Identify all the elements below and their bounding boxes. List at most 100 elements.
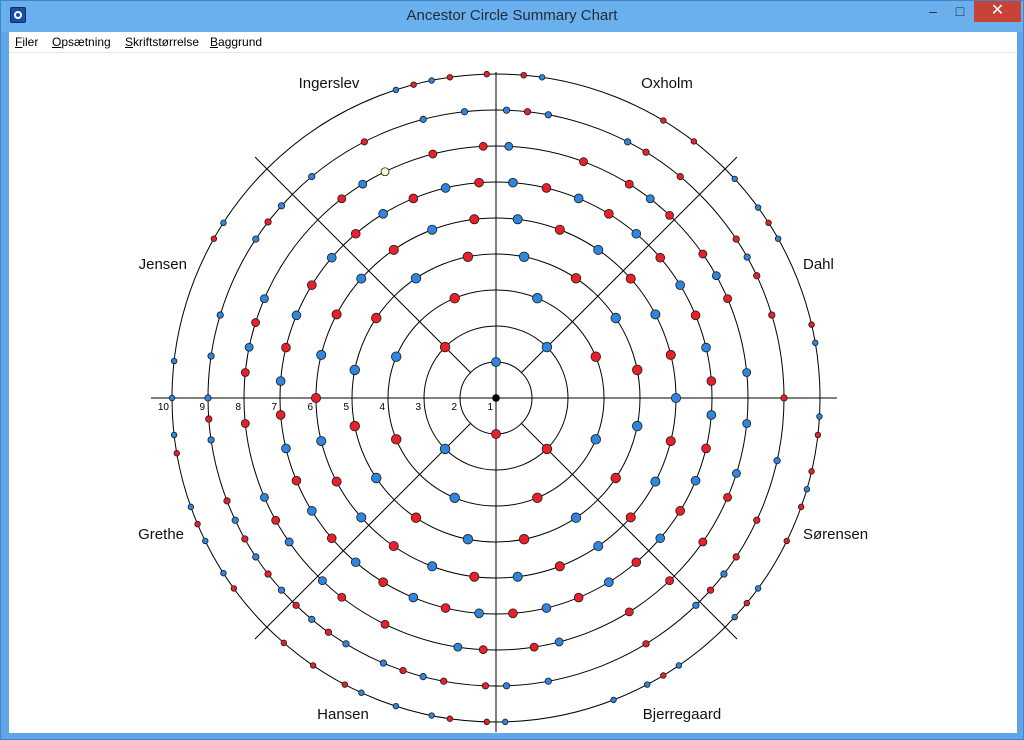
ancestor-marker-gen7[interactable]	[604, 209, 614, 219]
ancestor-marker-gen8[interactable]	[251, 318, 260, 327]
ancestor-marker-gen6[interactable]	[665, 349, 676, 360]
ancestor-marker-gen7[interactable]	[350, 228, 361, 239]
ancestor-marker-gen8[interactable]	[244, 342, 254, 352]
ancestor-marker-gen10[interactable]	[520, 71, 527, 79]
ancestor-marker-gen9[interactable]	[205, 415, 213, 423]
ancestor-marker-gen10[interactable]	[690, 138, 698, 145]
ancestor-marker-gen9[interactable]	[676, 173, 684, 181]
ancestor-marker-gen5[interactable]	[349, 364, 360, 376]
close-button[interactable]: ✕	[974, 1, 1021, 22]
ancestor-marker-gen10[interactable]	[783, 537, 790, 545]
ancestor-marker-gen8[interactable]	[380, 619, 390, 629]
ancestor-marker-gen7[interactable]	[675, 280, 685, 290]
ancestor-marker-gen4[interactable]	[590, 351, 601, 362]
ancestor-marker-gen10[interactable]	[170, 431, 178, 439]
ancestor-marker-gen8[interactable]	[698, 537, 708, 547]
ancestor-marker-gen10[interactable]	[428, 712, 435, 719]
ancestor-marker-gen8[interactable]	[711, 271, 721, 281]
ancestor-marker-gen5[interactable]	[410, 512, 422, 523]
ancestor-marker-gen4[interactable]	[391, 351, 402, 362]
ancestor-marker-gen7[interactable]	[408, 193, 419, 204]
ancestor-marker-gen7[interactable]	[378, 209, 388, 219]
ancestor-marker-gen4[interactable]	[449, 492, 460, 503]
ancestor-marker-gen9[interactable]	[692, 601, 700, 609]
ancestor-marker-gen7[interactable]	[604, 577, 614, 587]
ancestor-marker-gen9[interactable]	[502, 682, 511, 690]
ancestor-marker-gen5[interactable]	[632, 420, 643, 432]
ancestor-marker-gen6[interactable]	[650, 309, 661, 320]
ancestor-marker-gen10[interactable]	[194, 520, 201, 528]
ancestor-marker-gen10[interactable]	[610, 696, 617, 704]
ancestor-marker-gen6[interactable]	[310, 392, 321, 403]
ancestor-marker-gen8[interactable]	[337, 194, 347, 204]
ancestor-marker-gen9[interactable]	[207, 352, 215, 360]
ancestor-marker-gen7[interactable]	[474, 177, 484, 188]
ancestor-marker-gen10[interactable]	[168, 394, 176, 402]
ancestor-marker-gen7[interactable]	[326, 252, 337, 263]
ancestor-marker-gen9[interactable]	[207, 436, 215, 444]
ancestor-marker-gen8[interactable]	[504, 141, 514, 151]
ancestor-marker-gen9[interactable]	[379, 659, 387, 667]
ancestor-marker-gen5[interactable]	[610, 472, 621, 484]
ancestor-marker-gen8[interactable]	[478, 645, 488, 655]
ancestor-marker-gen6[interactable]	[331, 309, 342, 320]
ancestor-marker-gen9[interactable]	[732, 235, 740, 243]
ancestor-marker-gen10[interactable]	[731, 175, 738, 183]
ancestor-marker-gen10[interactable]	[220, 569, 227, 577]
maximize-button[interactable]: □	[947, 1, 973, 22]
ancestor-marker-gen4[interactable]	[391, 434, 402, 445]
ancestor-marker-gen5[interactable]	[462, 534, 474, 545]
ancestor-marker-gen7[interactable]	[706, 376, 717, 386]
ancestor-marker-gen6[interactable]	[554, 224, 565, 235]
ancestor-marker-gen7[interactable]	[275, 410, 286, 420]
ancestor-marker-gen6[interactable]	[554, 561, 565, 572]
ancestor-marker-gen9[interactable]	[642, 148, 650, 156]
ancestor-marker-gen9[interactable]	[292, 601, 300, 609]
title-bar[interactable]: Ancestor Circle Summary Chart – □ ✕	[1, 1, 1023, 32]
ancestor-marker-gen7[interactable]	[378, 577, 388, 587]
ancestor-marker-gen9[interactable]	[780, 394, 788, 402]
ancestor-marker-gen7[interactable]	[701, 342, 711, 353]
ancestor-marker-gen6[interactable]	[316, 349, 327, 360]
ancestor-marker-gen10[interactable]	[280, 639, 288, 647]
ancestor-marker-gen10[interactable]	[675, 662, 683, 669]
ancestor-marker-gen8[interactable]	[624, 607, 634, 617]
ancestor-marker-gen10[interactable]	[446, 715, 454, 722]
ancestor-marker-gen7[interactable]	[307, 280, 317, 290]
ancestor-marker-gen10[interactable]	[410, 81, 417, 88]
ancestor-marker-gen9[interactable]	[419, 673, 427, 681]
ancestor-marker-gen6[interactable]	[388, 541, 399, 552]
ancestor-gen2-father[interactable]	[491, 357, 501, 367]
ancestor-marker-gen7[interactable]	[508, 608, 518, 619]
menu-opsaetning[interactable]: Opsætning	[52, 35, 111, 49]
ancestor-marker-gen7[interactable]	[675, 506, 685, 516]
ancestor-marker-gen9[interactable]	[264, 218, 272, 226]
ancestor-marker-gen10[interactable]	[660, 117, 667, 124]
ancestor-marker-gen10[interactable]	[754, 585, 762, 592]
ancestor-marker-gen5[interactable]	[462, 251, 474, 262]
ancestor-marker-gen7[interactable]	[307, 506, 317, 516]
ancestor-marker-gen10[interactable]	[220, 219, 227, 227]
ancestor-marker-gen10[interactable]	[774, 235, 782, 242]
ancestor-marker-gen4[interactable]	[532, 293, 543, 304]
ancestor-marker-gen9[interactable]	[252, 553, 260, 561]
ancestor-marker-gen8[interactable]	[723, 492, 732, 502]
ancestor-marker-gen7[interactable]	[408, 592, 419, 603]
ancestor-marker-gen9[interactable]	[277, 202, 286, 210]
ancestor-marker-gen6[interactable]	[625, 273, 636, 284]
ancestor-marker-gen6[interactable]	[356, 273, 367, 284]
ancestor-marker-gen3[interactable]	[541, 341, 553, 353]
ancestor-marker-gen9[interactable]	[720, 570, 728, 578]
ancestor-marker-gen5[interactable]	[610, 312, 621, 324]
ancestor-marker-gen3[interactable]	[439, 443, 451, 455]
ancestor-marker-gen5[interactable]	[570, 273, 582, 284]
ancestor-marker-gen6[interactable]	[665, 436, 676, 447]
ancestor-marker-gen9[interactable]	[460, 108, 469, 116]
ancestor-marker-gen7[interactable]	[281, 342, 291, 353]
ancestor-marker-gen7[interactable]	[326, 533, 337, 544]
ancestor-marker-gen8[interactable]	[428, 149, 438, 159]
ancestor-marker-gen8[interactable]	[358, 179, 368, 189]
ancestor-marker-gen9[interactable]	[743, 253, 751, 261]
ancestor-marker-gen10[interactable]	[446, 74, 454, 81]
ancestor-marker-gen10[interactable]	[309, 662, 317, 669]
